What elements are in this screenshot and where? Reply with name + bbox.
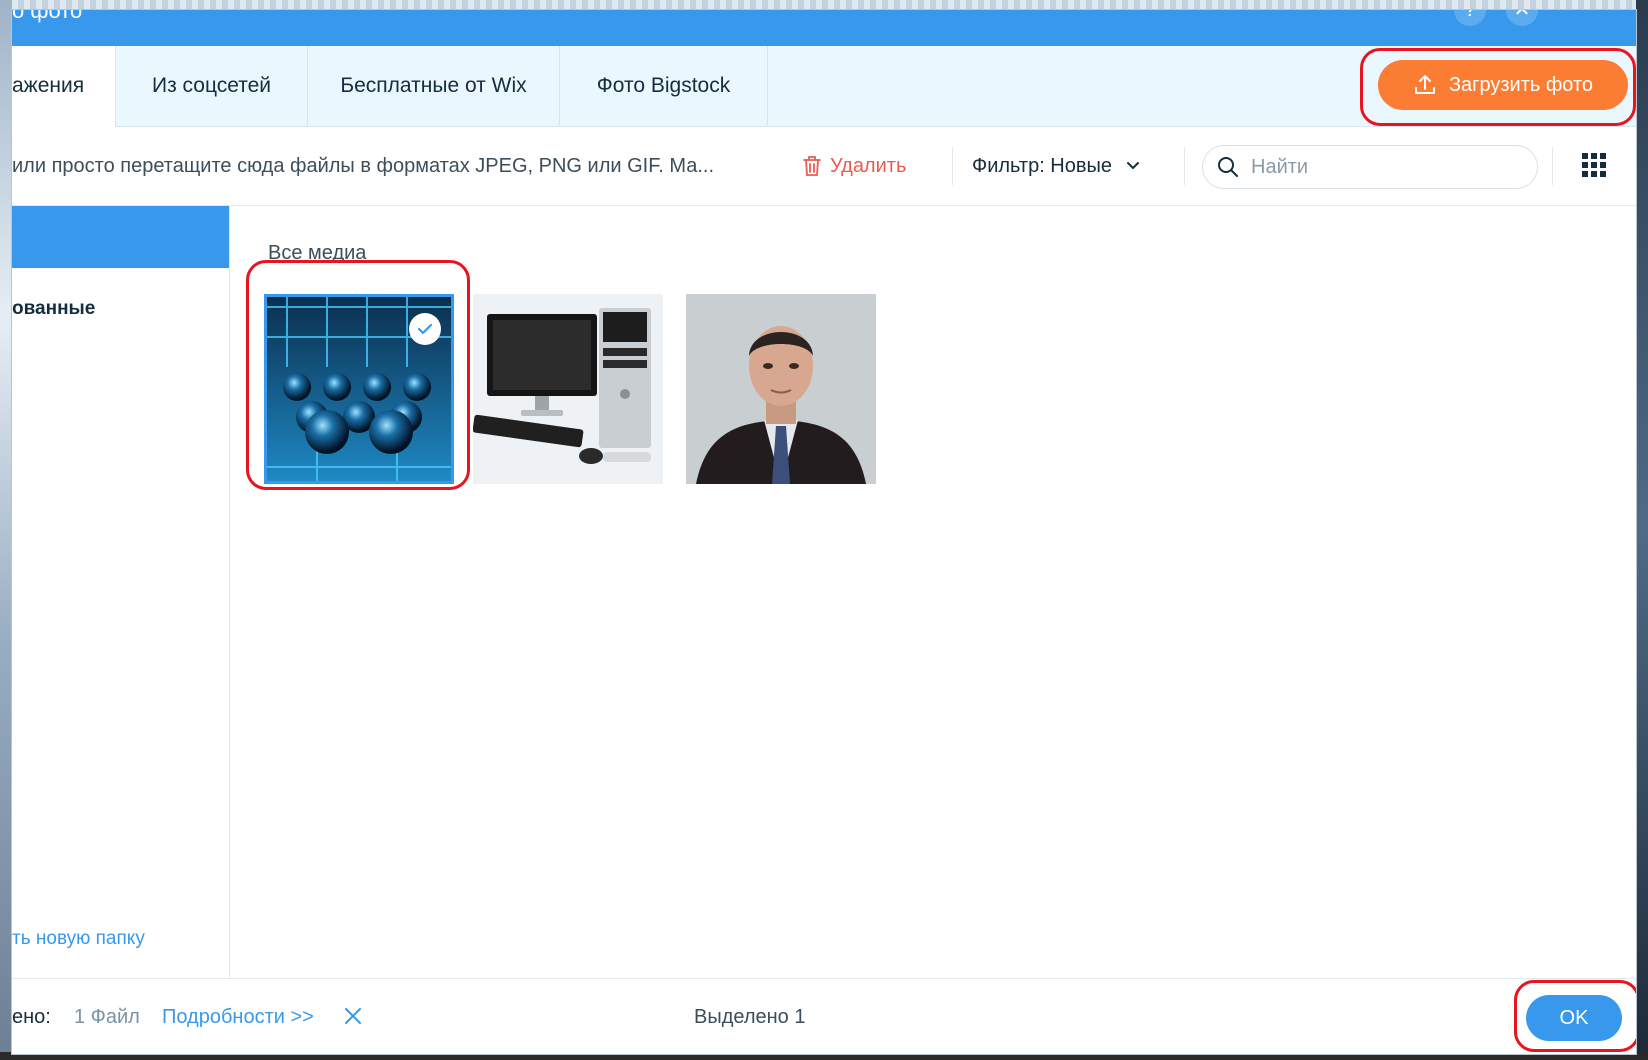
selected-check-icon[interactable] <box>409 313 441 345</box>
check-icon <box>417 323 433 335</box>
toolbar-divider <box>1184 147 1185 185</box>
computer-image <box>473 294 663 484</box>
filter-dropdown[interactable]: Фильтр: Новые <box>972 127 1140 205</box>
dialog-title: о фото <box>12 10 83 23</box>
thumbnail-portrait-man[interactable] <box>686 294 876 484</box>
upload-icon <box>1414 75 1435 94</box>
help-button[interactable]: ? <box>1454 10 1486 26</box>
toolbar: или просто перетащите сюда файлы в форма… <box>12 127 1636 206</box>
close-dialog-button[interactable]: ✕ <box>1506 10 1538 26</box>
trash-icon <box>803 156 821 176</box>
sidebar-item-label[interactable]: ованные <box>12 298 95 320</box>
sidebar-item-selected[interactable] <box>12 206 229 268</box>
media-dialog: о фото ? ✕ ажения Из соцсетей Бесплатные… <box>12 10 1636 1054</box>
sidebar: ованные ть новую папку <box>12 206 230 978</box>
tab-bigstock[interactable]: Фото Bigstock <box>560 46 768 126</box>
file-count: 1 Файл <box>74 1006 140 1028</box>
media-grid: Все медиа <box>230 206 1636 978</box>
dismiss-upload-button[interactable] <box>344 1007 362 1030</box>
drop-hint-text: или просто перетащите сюда файлы в форма… <box>12 155 715 177</box>
tab-wix-free[interactable]: Бесплатные от Wix <box>308 46 560 126</box>
portrait-image <box>686 294 876 484</box>
delete-label: Удалить <box>830 154 907 177</box>
search-field[interactable] <box>1202 145 1538 189</box>
filter-label: Фильтр: Новые <box>972 154 1112 177</box>
uploaded-label: ено: <box>12 1006 51 1028</box>
upload-photo-label: Загрузить фото <box>1448 73 1594 96</box>
desktop-background-left <box>0 0 12 1060</box>
delete-button[interactable]: Удалить <box>802 127 906 205</box>
chevron-down-icon <box>1127 162 1139 170</box>
thumbnail-desktop-computer[interactable] <box>473 294 663 484</box>
desktop-background-top <box>0 0 1648 10</box>
dialog-titlebar: о фото ? ✕ <box>12 10 1636 46</box>
tab-my-images[interactable]: ажения <box>12 46 116 127</box>
footer: ено: 1 Файл Подробности >> Выделено 1 OK <box>12 978 1636 1054</box>
details-link[interactable]: Подробности >> <box>162 979 314 1054</box>
section-title: Все медиа <box>268 242 367 264</box>
selected-count-text: Выделено 1 <box>694 1006 806 1028</box>
ok-button[interactable]: OK <box>1526 995 1622 1041</box>
toolbar-divider <box>952 147 953 185</box>
tab-social[interactable]: Из соцсетей <box>116 46 308 126</box>
desktop-background-right <box>1636 0 1648 1060</box>
search-icon <box>1218 157 1238 177</box>
new-folder-link[interactable]: ть новую папку <box>12 928 145 950</box>
toolbar-divider <box>1552 147 1553 185</box>
close-icon <box>345 1008 361 1024</box>
search-input[interactable] <box>1249 154 1513 180</box>
grid-view-icon[interactable] <box>1582 153 1606 177</box>
upload-photo-button[interactable]: Загрузить фото <box>1378 60 1628 110</box>
thumbnail-abstract-spheres[interactable] <box>264 294 454 484</box>
